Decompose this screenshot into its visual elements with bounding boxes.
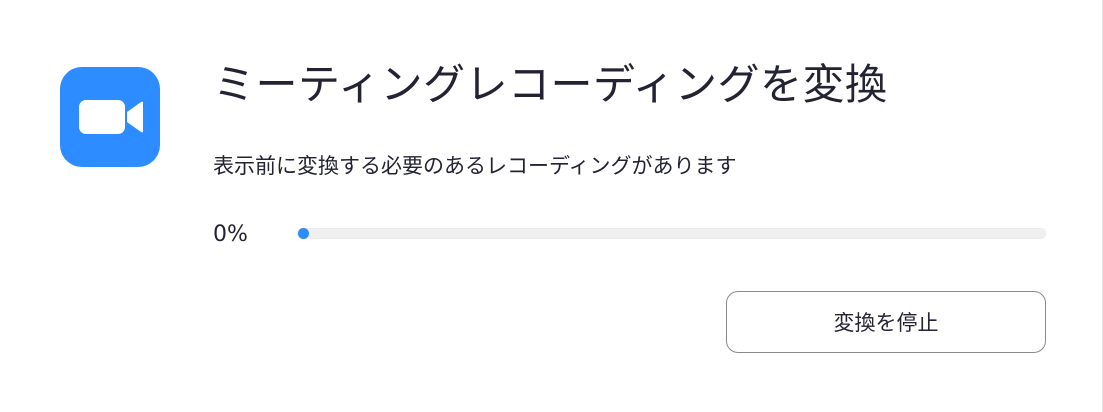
stop-conversion-button[interactable]: 変換を停止 <box>726 291 1046 353</box>
zoom-video-camera-icon <box>60 67 160 167</box>
dialog-title: ミーティングレコーディングを変換 <box>213 60 888 109</box>
dialog-message: 表示前に変換する必要のあるレコーディングがあります <box>213 154 737 178</box>
progress-bar <box>297 228 1046 239</box>
progress-percent-label: 0% <box>213 222 248 247</box>
progress-bar-fill <box>298 228 309 239</box>
convert-recording-dialog: ミーティングレコーディングを変換 表示前に変換する必要のあるレコーディングがあり… <box>0 0 1103 412</box>
